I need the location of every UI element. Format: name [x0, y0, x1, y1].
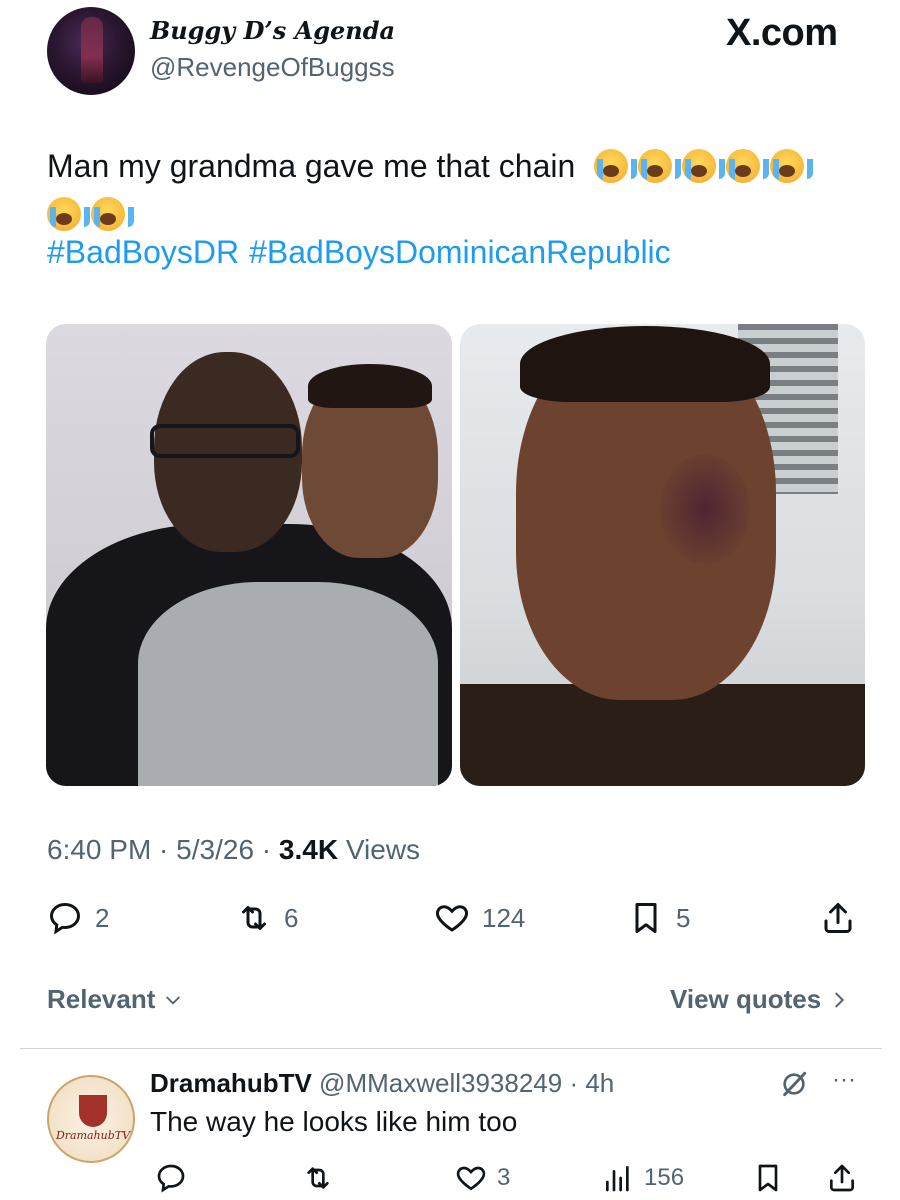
grok-icon — [783, 1071, 807, 1097]
loudly-crying-face-icon — [47, 197, 90, 231]
reply-share-button[interactable] — [826, 1158, 858, 1198]
divider — [20, 1048, 882, 1049]
reply-icon — [157, 1164, 185, 1193]
reply-like-button[interactable]: 3 — [455, 1158, 510, 1198]
hashtag-link[interactable]: #BadBoysDominicanRepublic — [249, 234, 671, 270]
tweet-image-left[interactable] — [46, 324, 452, 786]
sort-relevant-label: Relevant — [47, 984, 156, 1014]
reply-repost-button[interactable] — [302, 1158, 334, 1198]
reply-button[interactable]: 2 — [47, 896, 109, 940]
loudly-crying-face-icon — [594, 149, 638, 183]
reply-views-count: 156 — [644, 1164, 685, 1191]
tweet-time: 6:40 PM — [47, 834, 152, 865]
reply-views-button[interactable]: 156 — [602, 1158, 684, 1198]
reply-bookmark-button[interactable] — [752, 1158, 784, 1198]
loudly-crying-face-icon — [91, 197, 134, 231]
views-count: 3.4K — [278, 834, 339, 865]
hashtags: #BadBoysDR #BadBoysDominicanRepublic — [47, 234, 681, 271]
loudly-crying-face-icon — [726, 149, 770, 183]
tweet-meta: 6:40 PM · 5/3/26 · 3.4K Views — [47, 834, 421, 865]
author-avatar[interactable] — [47, 7, 135, 95]
tweet-text: Man my grandma gave me that chain — [47, 142, 867, 238]
chevron-down-icon — [165, 996, 180, 1005]
image-figure-hair — [308, 364, 432, 408]
reply-author-name[interactable]: DramahubTV — [150, 1068, 312, 1098]
bookmark-icon — [758, 1164, 778, 1192]
reply-time: 4h — [585, 1068, 615, 1098]
share-icon — [824, 903, 852, 933]
repost-icon — [242, 906, 266, 930]
repost-count: 6 — [284, 902, 299, 933]
like-button[interactable]: 124 — [434, 896, 525, 940]
coffee-cup-icon — [79, 1095, 107, 1127]
views-label: Views — [345, 834, 421, 865]
reply-like-count: 3 — [497, 1164, 511, 1191]
emoji-group — [594, 148, 814, 184]
heart-icon — [435, 905, 469, 932]
share-button[interactable] — [820, 896, 856, 940]
more-options-icon[interactable]: ··· — [832, 1066, 856, 1094]
reply-count: 2 — [95, 902, 110, 933]
bookmark-icon — [635, 903, 657, 933]
author-display-name[interactable]: Buggy D’s Agenda — [150, 16, 395, 45]
heart-icon — [456, 1166, 486, 1191]
view-quotes-link[interactable]: View quotes — [670, 984, 850, 1015]
reply-author-avatar[interactable]: DramahubTV — [47, 1075, 135, 1163]
tweet-image-right[interactable] — [460, 324, 865, 786]
bookmark-count: 5 — [676, 902, 691, 933]
brand-logo: X.com — [726, 12, 838, 54]
views-icon — [606, 1166, 629, 1192]
reply-icon — [49, 902, 81, 935]
image-figure-shirt — [138, 582, 438, 786]
share-icon — [830, 1164, 854, 1192]
image-figure-hair — [520, 326, 770, 402]
reply-header: DramahubTV @MMaxwell3938249 · 4h — [150, 1068, 615, 1098]
image-bruise — [660, 454, 750, 564]
reply-reply-button[interactable] — [155, 1158, 187, 1198]
tweet-body: Man my grandma gave me that chain — [47, 148, 576, 184]
reply-author-handle[interactable]: @MMaxwell3938249 — [319, 1068, 562, 1098]
loudly-crying-face-icon — [638, 149, 682, 183]
avatar-logo-text: DramahubTV — [55, 1129, 131, 1142]
view-quotes-label: View quotes — [670, 984, 822, 1014]
reply-text: The way he looks like him too — [150, 1106, 518, 1137]
hashtag-link[interactable]: #BadBoysDR — [47, 234, 239, 270]
tweet-date: 5/3/26 — [176, 834, 255, 865]
chevron-right-icon — [835, 992, 845, 1008]
loudly-crying-face-icon — [770, 149, 814, 183]
repost-icon — [307, 1167, 329, 1189]
bookmark-button[interactable]: 5 — [628, 896, 690, 940]
loudly-crying-face-icon — [682, 149, 726, 183]
repost-button[interactable]: 6 — [236, 896, 298, 940]
grok-button[interactable] — [778, 1068, 810, 1105]
image-glasses — [150, 424, 300, 458]
author-handle[interactable]: @RevengeOfBuggss — [150, 52, 395, 83]
sort-relevant-dropdown[interactable]: Relevant — [47, 984, 183, 1015]
like-count: 124 — [482, 902, 526, 933]
